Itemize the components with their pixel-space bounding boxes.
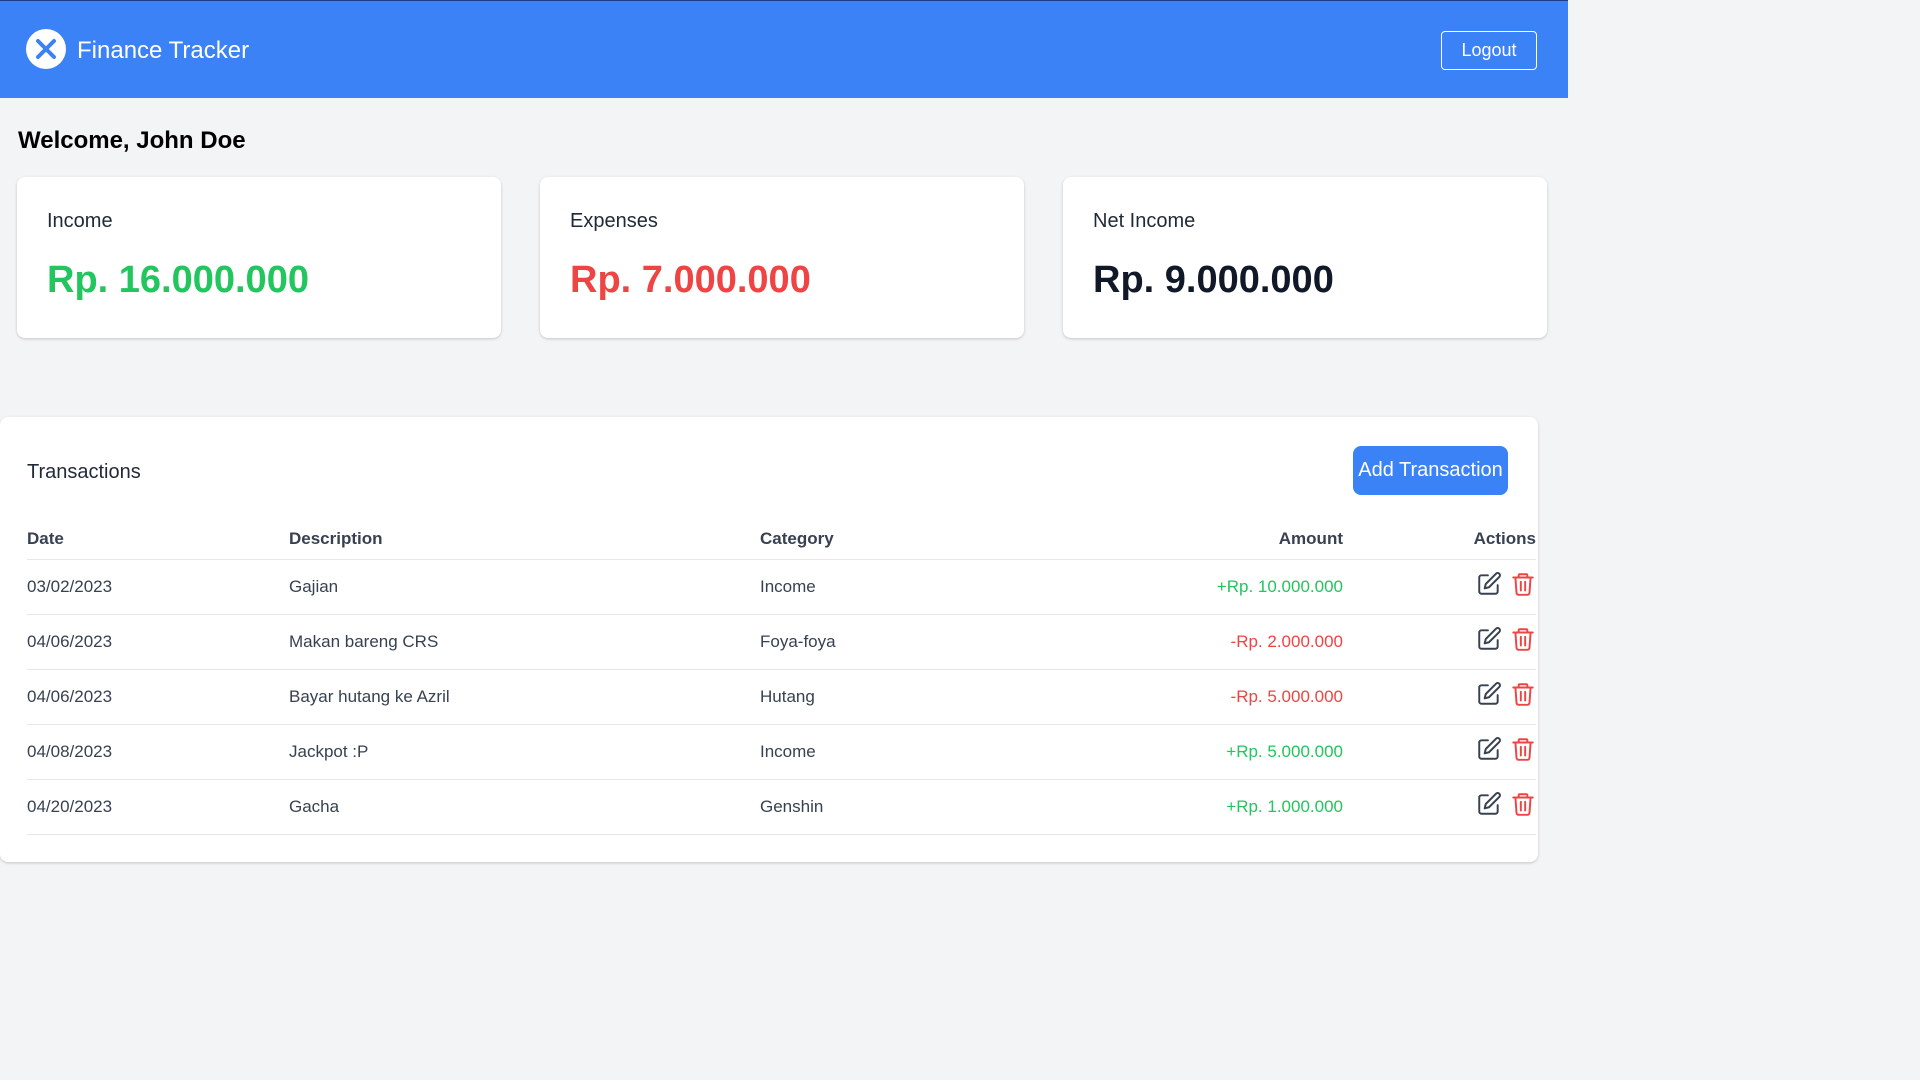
row-date: 04/20/2023 [27,779,289,835]
row-amount: -Rp. 2.000.000 [1060,614,1343,670]
row-amount: +Rp. 10.000.000 [1060,559,1343,615]
trash-icon[interactable] [1510,791,1536,817]
transactions-panel: Transactions Add Transaction Date Descri… [0,417,1538,862]
row-amount: -Rp. 5.000.000 [1060,669,1343,725]
row-amount: +Rp. 5.000.000 [1060,724,1343,780]
row-description: Gacha [289,779,760,835]
logout-button[interactable]: Logout [1441,31,1537,70]
header-category: Category [760,519,1060,560]
row-date: 04/06/2023 [27,669,289,725]
table-row: 04/08/2023 Jackpot :P Income +Rp. 5.000.… [27,724,1536,780]
row-description: Jackpot :P [289,724,760,780]
edit-icon[interactable] [1476,791,1502,817]
row-actions [1343,669,1536,725]
income-card: Income Rp. 16.000.000 [17,177,501,338]
row-description: Bayar hutang ke Azril [289,669,760,725]
table-header-row: Date Description Category Amount Actions [27,519,1536,560]
row-description: Makan bareng CRS [289,614,760,670]
net-income-value: Rp. 9.000.000 [1093,259,1334,301]
expenses-value: Rp. 7.000.000 [570,259,811,301]
trash-icon[interactable] [1510,736,1536,762]
edit-icon[interactable] [1476,571,1502,597]
table-row: 03/02/2023 Gajian Income +Rp. 10.000.000 [27,559,1536,615]
table-row: 04/06/2023 Bayar hutang ke Azril Hutang … [27,669,1536,725]
header-actions: Actions [1343,519,1536,560]
transactions-table: Date Description Category Amount Actions… [27,519,1536,835]
row-actions [1343,724,1536,780]
income-label: Income [47,210,113,232]
net-income-label: Net Income [1093,210,1196,232]
trash-icon[interactable] [1510,681,1536,707]
expenses-label: Expenses [570,210,658,232]
table-row: 04/06/2023 Makan bareng CRS Foya-foya -R… [27,614,1536,670]
trash-icon[interactable] [1510,626,1536,652]
row-category: Foya-foya [760,614,1060,670]
row-date: 03/02/2023 [27,559,289,615]
income-value: Rp. 16.000.000 [47,259,309,301]
app-title: Finance Tracker [77,37,250,64]
header-amount: Amount [1060,519,1343,560]
edit-icon[interactable] [1476,736,1502,762]
add-transaction-button[interactable]: Add Transaction [1353,446,1508,495]
row-category: Hutang [760,669,1060,725]
app-header: Finance Tracker Logout [0,0,1568,98]
row-actions [1343,779,1536,835]
header-description: Description [289,519,760,560]
expenses-card: Expenses Rp. 7.000.000 [540,177,1024,338]
row-date: 04/06/2023 [27,614,289,670]
row-date: 04/08/2023 [27,724,289,780]
table-row: 04/20/2023 Gacha Genshin +Rp. 1.000.000 [27,779,1536,835]
row-category: Genshin [760,779,1060,835]
transactions-title: Transactions [27,461,141,483]
trash-icon[interactable] [1510,571,1536,597]
row-category: Income [760,559,1060,615]
header-date: Date [27,519,289,560]
net-income-card: Net Income Rp. 9.000.000 [1063,177,1547,338]
row-amount: +Rp. 1.000.000 [1060,779,1343,835]
row-actions [1343,559,1536,615]
row-description: Gajian [289,559,760,615]
app-logo-icon [26,29,66,69]
edit-icon[interactable] [1476,681,1502,707]
row-actions [1343,614,1536,670]
row-category: Income [760,724,1060,780]
welcome-heading: Welcome, John Doe [18,127,246,154]
edit-icon[interactable] [1476,626,1502,652]
